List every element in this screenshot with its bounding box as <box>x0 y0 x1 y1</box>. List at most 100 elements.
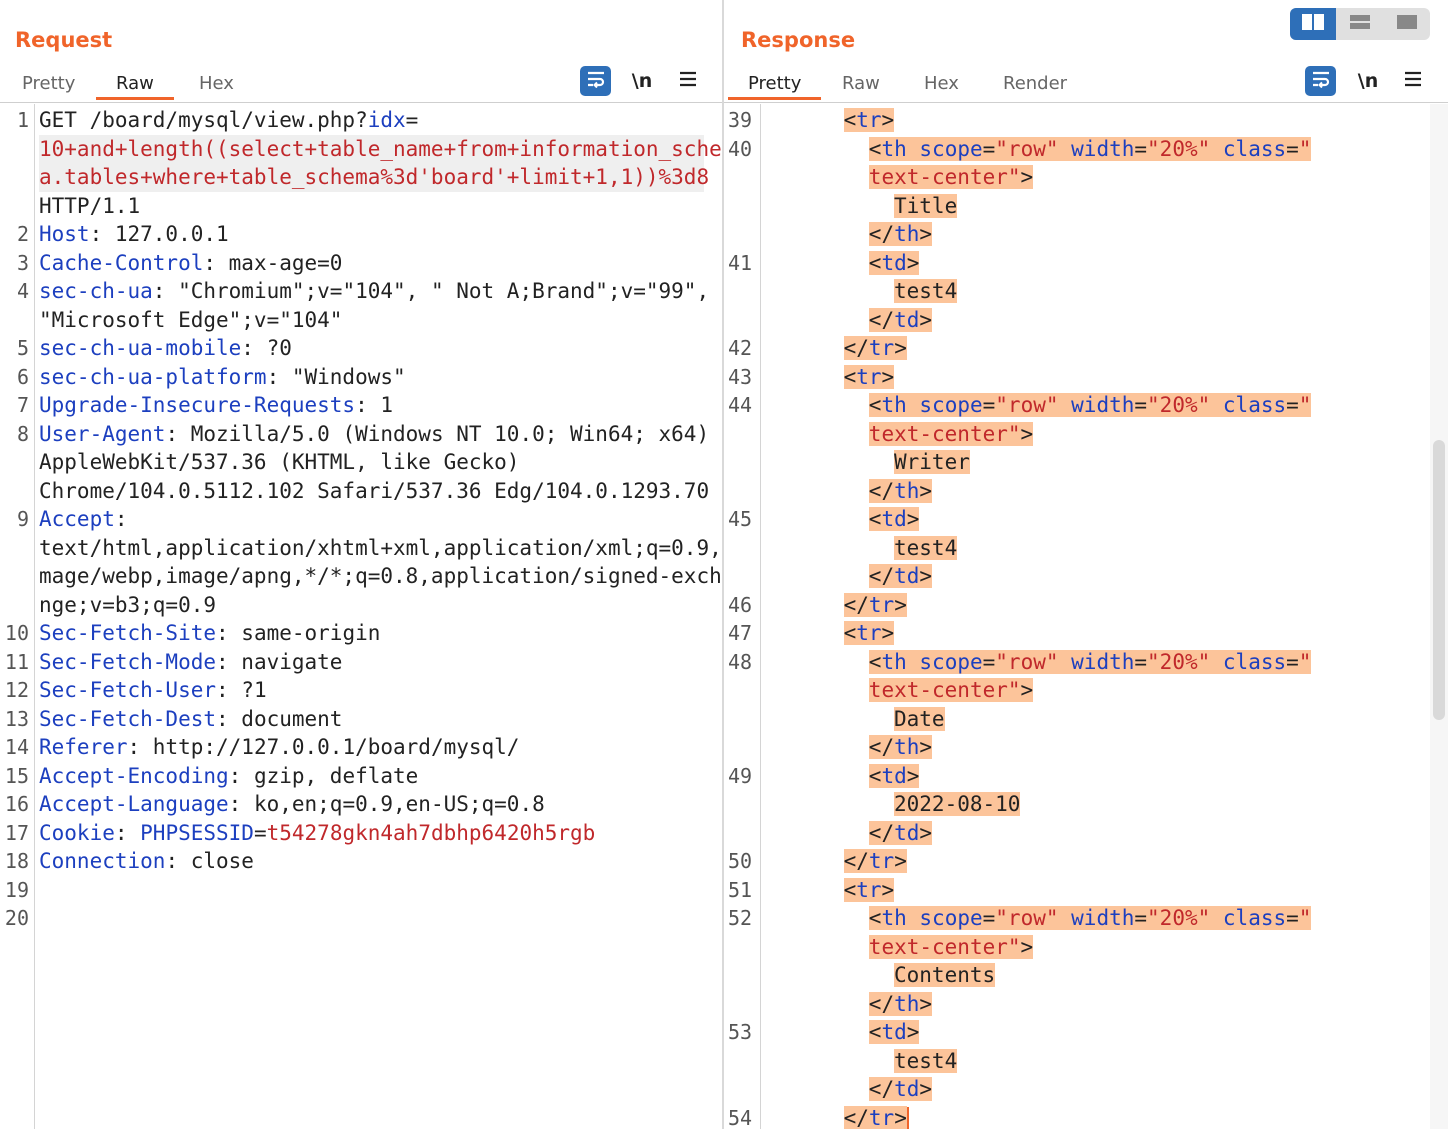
wrap-lines-button[interactable] <box>580 66 611 96</box>
plain-text: "Microsoft Edge";v="104" <box>39 307 343 332</box>
tag-name: th <box>894 478 920 503</box>
layout-split-vertical-button[interactable] <box>1337 8 1383 40</box>
tag-name: th <box>881 136 907 161</box>
wrap-lines-button[interactable] <box>1305 66 1336 96</box>
header-name: Cache-Control <box>39 250 204 275</box>
code-text: <td> <box>868 762 920 791</box>
request-editor[interactable]: 1 GET /board/mysql/view.php?idx= 10+and+le… <box>0 104 722 1129</box>
attr-value: text-center <box>868 678 1008 702</box>
tag-punct: = <box>1134 649 1148 674</box>
tag-punct: = <box>982 393 996 417</box>
tab-pretty[interactable]: Pretty <box>22 70 75 100</box>
code-text: <th scope="row" width="20%" class=" <box>868 391 1312 420</box>
tag-name: tr <box>868 592 895 617</box>
show-newlines-button[interactable]: \n <box>628 66 656 96</box>
text-node: Title <box>894 193 958 218</box>
tag-punct: </ <box>868 820 895 845</box>
plain-text: = <box>405 108 419 132</box>
tag-name: class <box>1222 393 1287 417</box>
tag-punct: > <box>919 307 933 332</box>
code-line: text-center"> <box>724 676 1448 705</box>
tab-pretty[interactable]: Pretty <box>727 70 822 100</box>
code-text: </th> <box>868 220 933 249</box>
tag-name: td <box>881 1020 907 1044</box>
plain-text: HTTP/1.1 <box>39 193 141 218</box>
header-name: Upgrade-Insecure-Requests <box>39 393 356 417</box>
code-text: AppleWebKit/537.36 (KHTML, like Gecko) <box>39 448 519 477</box>
code-text: <td> <box>868 1018 920 1047</box>
code-text: Sec-Fetch-User: ?1 <box>39 676 267 705</box>
code-line: Title <box>724 192 1448 221</box>
layout-single-pane-button[interactable] <box>1384 8 1430 40</box>
code-line: 53 <td> <box>724 1018 1448 1047</box>
tab-raw[interactable]: Raw <box>842 70 880 100</box>
tab-hex[interactable]: Hex <box>924 70 959 100</box>
code-text: Connection: close <box>39 847 254 876</box>
options-menu-button[interactable] <box>676 66 700 96</box>
line-number: 14 <box>4 735 29 759</box>
line-number: 6 <box>16 364 29 389</box>
tag-punct: > <box>894 1105 907 1129</box>
code-line: 54 </tr> <box>724 1104 1448 1129</box>
line-number: 8 <box>16 421 29 446</box>
line-number: 10 <box>4 621 29 645</box>
code-line: 43 <tr> <box>724 363 1448 392</box>
line-number: 42 <box>728 336 753 360</box>
plain-text: text/html,application/xhtml+xml,applicat… <box>39 535 722 560</box>
plain-text: : <box>114 820 141 845</box>
scrollbar-thumb[interactable] <box>1433 440 1445 720</box>
tag-punct: > <box>1020 165 1034 189</box>
tab-hex[interactable]: Hex <box>199 70 234 100</box>
line-number: 3 <box>16 250 29 275</box>
code-text: Sec-Fetch-Mode: navigate <box>39 648 342 677</box>
line-number: 49 <box>728 763 753 788</box>
code-line: 20 <box>0 904 722 933</box>
attr-value: "row" <box>995 393 1059 417</box>
plain-text: : ?1 <box>216 678 267 702</box>
response-pane: Response Pretty Raw Hex Render \n 39 <tr>… <box>724 0 1448 1129</box>
tag-punct: < <box>868 1020 882 1044</box>
code-text: Date <box>894 705 945 734</box>
code-text: text-center"> <box>868 676 1034 705</box>
header-name: Accept-Language <box>39 792 229 816</box>
layout-split-horizontal-button[interactable] <box>1290 8 1336 40</box>
response-scrollbar[interactable] <box>1430 104 1448 1129</box>
wrap-lines-icon <box>586 70 606 92</box>
code-line: </th> <box>724 990 1448 1019</box>
code-text: GET /board/mysql/view.php?idx= <box>39 106 418 135</box>
show-newlines-button[interactable]: \n <box>1354 66 1382 96</box>
tag-punct: < <box>843 877 857 902</box>
code-line: 2022-08-10 <box>724 790 1448 819</box>
plain-text: : <box>114 507 128 531</box>
code-line: 18 Connection: close <box>0 847 722 876</box>
tag-punct: > <box>906 507 920 531</box>
code-line: 9 Accept: <box>0 505 722 534</box>
response-editor[interactable]: 39 <tr> 40 <th scope="row" width="20%" clas… <box>724 104 1448 1129</box>
code-text: <td> <box>868 505 920 534</box>
code-line: 6 sec-ch-ua-platform: "Windows" <box>0 363 722 392</box>
tag-punct: < <box>868 763 882 788</box>
code-line: 7 Upgrade-Insecure-Requests: 1 <box>0 391 722 420</box>
tag-punct: < <box>868 906 882 930</box>
tag-name: tr <box>856 364 882 389</box>
tag-name: scope <box>919 136 983 161</box>
tag-name: tr <box>868 849 895 873</box>
tag-punct: = <box>1286 649 1299 674</box>
code-text: sec-ch-ua-mobile: ?0 <box>39 334 292 363</box>
code-line: nge;v=b3;q=0.9 <box>0 591 722 620</box>
header-name: Sec-Fetch-Dest <box>39 706 217 731</box>
tag-punct: > <box>1020 678 1034 702</box>
options-menu-button[interactable] <box>1401 66 1425 96</box>
code-line: text-center"> <box>724 420 1448 449</box>
plain-text: : 1 <box>355 393 394 417</box>
tab-raw[interactable]: Raw <box>96 70 174 100</box>
code-text: text/html,application/xhtml+xml,applicat… <box>39 534 722 563</box>
tag-punct: > <box>1020 934 1034 959</box>
tag-punct: > <box>1020 421 1034 446</box>
tag-punct: </ <box>868 1077 895 1101</box>
tag-punct <box>1058 649 1072 674</box>
code-text: <th scope="row" width="20%" class=" <box>868 135 1312 164</box>
plain-text: nge;v=b3;q=0.9 <box>39 592 217 617</box>
code-text: <tr> <box>843 876 895 905</box>
tab-render[interactable]: Render <box>1003 70 1067 100</box>
